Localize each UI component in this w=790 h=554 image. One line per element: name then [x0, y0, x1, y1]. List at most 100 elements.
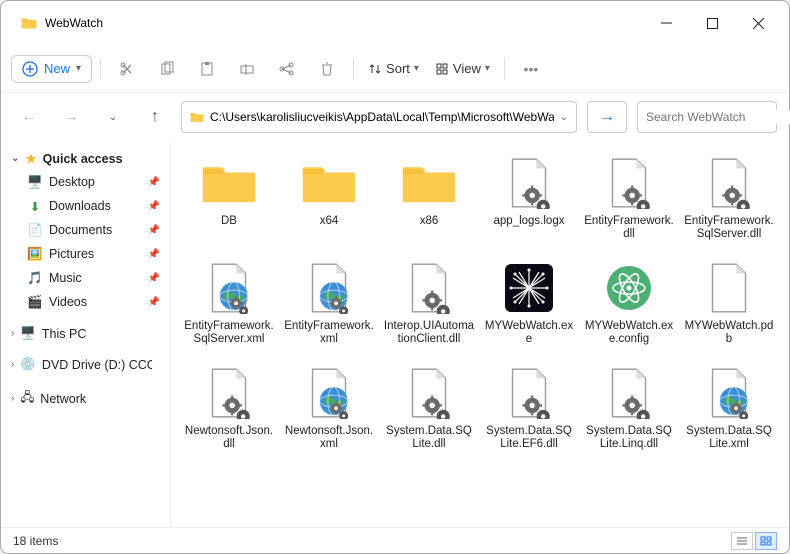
- share-button[interactable]: [269, 53, 305, 85]
- paste-button[interactable]: [189, 53, 225, 85]
- file-label: System.Data.SQLite.dll: [383, 425, 475, 451]
- file-item[interactable]: app_logs.logx: [479, 151, 579, 256]
- atom-icon: [597, 260, 661, 316]
- cut-button[interactable]: [109, 53, 145, 85]
- file-label: System.Data.SQLite.xml: [683, 425, 775, 451]
- desktop-icon: 🖥️: [27, 174, 43, 190]
- back-button[interactable]: ←: [13, 101, 45, 133]
- file-item[interactable]: Interop.UIAutomationClient.dll: [379, 256, 479, 361]
- search-input[interactable]: [646, 110, 790, 124]
- xmlfile-icon: [297, 260, 361, 316]
- status-bar: 18 items: [1, 527, 789, 553]
- file-item[interactable]: Newtonsoft.Json.dll: [179, 361, 279, 466]
- downloads-icon: ⬇: [27, 198, 43, 214]
- new-button[interactable]: New ▾: [11, 55, 92, 83]
- file-item[interactable]: MYWebWatch.pdb: [679, 256, 779, 361]
- maximize-button[interactable]: [689, 7, 735, 39]
- sidebar-item-label: Videos: [49, 295, 87, 309]
- window-tab[interactable]: WebWatch: [9, 9, 115, 37]
- file-label: app_logs.logx: [494, 215, 565, 228]
- more-button[interactable]: •••: [513, 53, 549, 85]
- scissors-icon: [119, 61, 135, 77]
- minimize-button[interactable]: [643, 7, 689, 39]
- gearfile-icon: [597, 365, 661, 421]
- recent-dropdown[interactable]: ⌄: [97, 101, 129, 133]
- chevron-down-icon: ▾: [485, 63, 490, 74]
- pin-icon: 📌: [148, 273, 160, 284]
- file-label: EntityFramework.xml: [283, 320, 375, 346]
- rename-button[interactable]: [229, 53, 265, 85]
- pin-icon: 📌: [148, 225, 160, 236]
- trash-icon: [319, 61, 335, 77]
- disc-icon: 💿: [20, 357, 36, 372]
- sidebar-dvd-drive[interactable]: › 💿 DVD Drive (D:) CCCC: [5, 353, 166, 376]
- sidebar-item-documents[interactable]: 📄Documents📌: [5, 218, 166, 242]
- file-label: Newtonsoft.Json.dll: [183, 425, 275, 451]
- file-item[interactable]: x86: [379, 151, 479, 256]
- search-box[interactable]: [637, 101, 777, 133]
- file-label: MYWebWatch.pdb: [683, 320, 775, 346]
- file-item[interactable]: EntityFramework.dll: [579, 151, 679, 256]
- file-item[interactable]: System.Data.SQLite.dll: [379, 361, 479, 466]
- sort-button[interactable]: Sort ▾: [362, 61, 425, 76]
- file-item[interactable]: Newtonsoft.Json.xml: [279, 361, 379, 466]
- view-button[interactable]: View ▾: [429, 61, 496, 76]
- file-item[interactable]: DB: [179, 151, 279, 256]
- details-view-button[interactable]: [731, 532, 753, 550]
- sort-icon: [368, 62, 382, 76]
- pictures-icon: 🖼️: [27, 246, 43, 262]
- gearfile-icon: [497, 155, 561, 211]
- file-item[interactable]: x64: [279, 151, 379, 256]
- sidebar-network[interactable]: › 🖧 Network: [5, 384, 166, 413]
- close-button[interactable]: [735, 7, 781, 39]
- folder-icon: [397, 155, 461, 211]
- sidebar-quick-access[interactable]: ⌄ ★ Quick access: [5, 147, 166, 170]
- file-label: EntityFramework.SqlServer.xml: [183, 320, 275, 346]
- folder-icon: [190, 110, 204, 124]
- address-bar-row: ← → ⌄ ↑ ⌄ →: [1, 93, 789, 141]
- plus-circle-icon: [22, 61, 38, 77]
- network-icon: 🖧: [20, 388, 34, 409]
- gearfile-icon: [397, 260, 461, 316]
- icons-view-button[interactable]: [755, 532, 777, 550]
- file-label: Newtonsoft.Json.xml: [283, 425, 375, 451]
- delete-button[interactable]: [309, 53, 345, 85]
- file-item[interactable]: System.Data.SQLite.EF6.dll: [479, 361, 579, 466]
- file-item[interactable]: System.Data.SQLite.xml: [679, 361, 779, 466]
- address-bar[interactable]: ⌄: [181, 101, 577, 133]
- file-label: MYWebWatch.exe: [483, 320, 575, 346]
- file-item[interactable]: EntityFramework.SqlServer.dll: [679, 151, 779, 256]
- sidebar-item-videos[interactable]: 🎬Videos📌: [5, 290, 166, 314]
- folder-icon: [21, 15, 37, 31]
- sidebar-item-desktop[interactable]: 🖥️Desktop📌: [5, 170, 166, 194]
- file-label: MYWebWatch.exe.config: [583, 320, 675, 346]
- file-item[interactable]: MYWebWatch.exe.config: [579, 256, 679, 361]
- file-label: x64: [320, 215, 339, 228]
- sidebar-this-pc[interactable]: › 🖥️ This PC: [5, 322, 166, 345]
- sidebar-item-label: Pictures: [49, 247, 94, 261]
- copy-button[interactable]: [149, 53, 185, 85]
- up-button[interactable]: ↑: [139, 101, 171, 133]
- file-item[interactable]: MYWebWatch.exe: [479, 256, 579, 361]
- sidebar-item-pictures[interactable]: 🖼️Pictures📌: [5, 242, 166, 266]
- file-label: System.Data.SQLite.EF6.dll: [483, 425, 575, 451]
- folder-icon: [297, 155, 361, 211]
- file-item[interactable]: System.Data.SQLite.Linq.dll: [579, 361, 679, 466]
- explorer-window: WebWatch New ▾ Sort: [0, 0, 790, 554]
- file-label: EntityFramework.SqlServer.dll: [683, 215, 775, 241]
- gearfile-icon: [397, 365, 461, 421]
- file-item[interactable]: EntityFramework.xml: [279, 256, 379, 361]
- sidebar-item-label: Desktop: [49, 175, 95, 189]
- file-label: DB: [221, 215, 237, 228]
- go-refresh-button[interactable]: →: [587, 101, 627, 133]
- sidebar-item-downloads[interactable]: ⬇Downloads📌: [5, 194, 166, 218]
- sidebar-item-label: Documents: [49, 223, 112, 237]
- chevron-down-icon[interactable]: ⌄: [560, 112, 568, 123]
- file-list[interactable]: DB x64 x86 app_logs.logx EntityFramework.dll…: [171, 141, 789, 527]
- paste-icon: [199, 61, 215, 77]
- titlebar: WebWatch: [1, 1, 789, 45]
- forward-button[interactable]: →: [55, 101, 87, 133]
- file-item[interactable]: EntityFramework.SqlServer.xml: [179, 256, 279, 361]
- sidebar-item-music[interactable]: 🎵Music📌: [5, 266, 166, 290]
- path-input[interactable]: [210, 110, 554, 124]
